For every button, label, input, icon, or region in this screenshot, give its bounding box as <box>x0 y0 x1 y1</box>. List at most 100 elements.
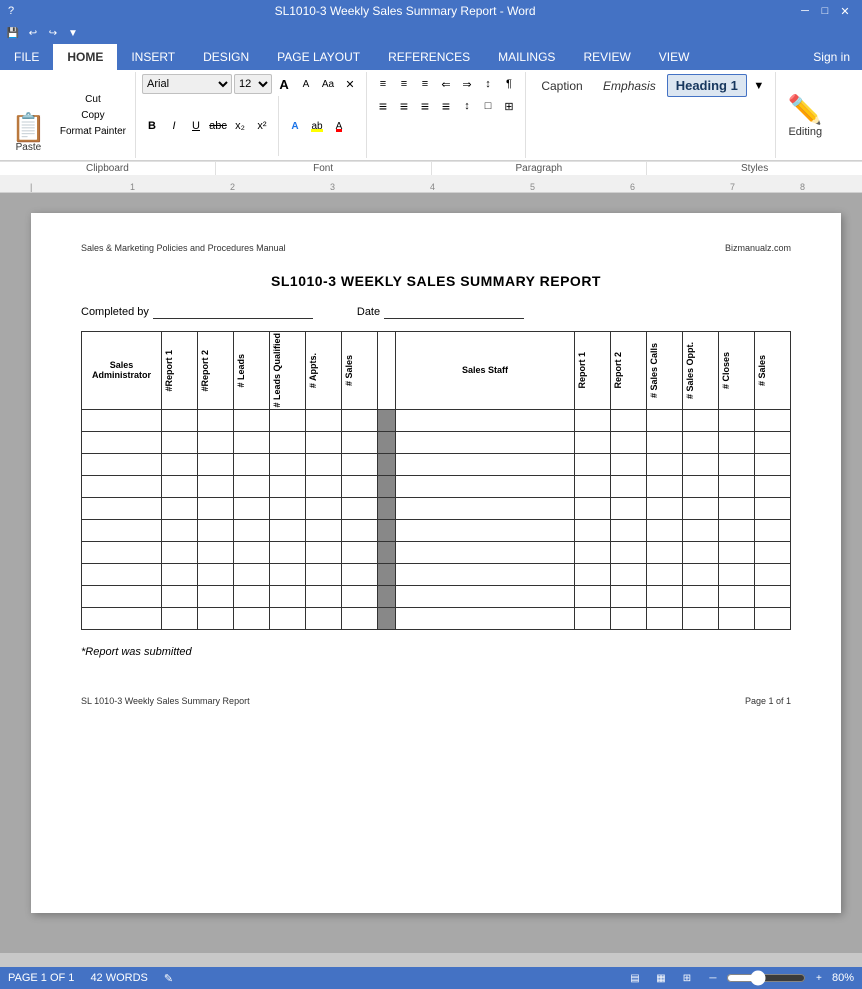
table-cell[interactable] <box>719 453 755 475</box>
layout-view-button[interactable]: ▤ <box>626 969 644 987</box>
table-cell[interactable] <box>755 541 791 563</box>
table-cell[interactable] <box>82 475 162 497</box>
table-cell[interactable] <box>396 585 575 607</box>
date-field[interactable] <box>384 305 524 319</box>
cut-button[interactable]: Cut <box>55 92 131 107</box>
table-cell[interactable] <box>396 519 575 541</box>
decrease-indent-button[interactable]: ⇐ <box>436 74 456 94</box>
bold-button[interactable]: B <box>142 116 162 136</box>
table-cell[interactable] <box>270 563 306 585</box>
grow-font-button[interactable]: A <box>274 74 294 94</box>
strikethrough-button[interactable]: abc <box>208 116 228 136</box>
change-case-button[interactable]: Aa <box>318 74 338 94</box>
table-row[interactable] <box>82 563 791 585</box>
style-caption[interactable]: Caption <box>532 75 592 97</box>
table-cell[interactable] <box>342 497 378 519</box>
tab-view[interactable]: VIEW <box>645 44 704 70</box>
table-cell[interactable] <box>683 541 719 563</box>
table-cell[interactable] <box>575 541 611 563</box>
table-cell[interactable] <box>611 431 647 453</box>
table-cell[interactable] <box>234 497 270 519</box>
table-cell[interactable] <box>647 475 683 497</box>
table-cell[interactable] <box>198 563 234 585</box>
text-effects-button[interactable]: A <box>285 116 305 136</box>
table-cell[interactable] <box>270 607 306 629</box>
table-cell[interactable] <box>234 431 270 453</box>
table-cell[interactable] <box>683 497 719 519</box>
underline-button[interactable]: U <box>186 116 206 136</box>
table-cell[interactable] <box>82 541 162 563</box>
table-cell[interactable] <box>198 541 234 563</box>
table-cell[interactable] <box>683 409 719 431</box>
table-cell[interactable] <box>647 607 683 629</box>
table-cell[interactable] <box>683 519 719 541</box>
table-cell[interactable] <box>683 585 719 607</box>
table-cell[interactable] <box>755 563 791 585</box>
table-cell[interactable] <box>575 497 611 519</box>
table-cell[interactable] <box>755 585 791 607</box>
table-cell[interactable] <box>270 409 306 431</box>
table-cell[interactable] <box>270 541 306 563</box>
table-cell[interactable] <box>611 497 647 519</box>
tab-home[interactable]: HOME <box>53 44 117 70</box>
table-cell[interactable] <box>306 453 342 475</box>
table-cell[interactable] <box>198 431 234 453</box>
table-cell[interactable] <box>82 563 162 585</box>
table-cell[interactable] <box>647 519 683 541</box>
table-cell[interactable] <box>162 409 198 431</box>
table-cell[interactable] <box>755 607 791 629</box>
multilevel-list-button[interactable]: ≡ <box>415 74 435 94</box>
table-cell[interactable] <box>270 475 306 497</box>
table-cell[interactable] <box>575 563 611 585</box>
zoom-plus-button[interactable]: + <box>810 969 828 987</box>
table-cell[interactable] <box>234 541 270 563</box>
table-cell[interactable] <box>719 607 755 629</box>
align-right-button[interactable]: ≡ <box>415 96 435 116</box>
table-cell[interactable] <box>396 453 575 475</box>
font-size-select[interactable]: 12 <box>234 74 272 94</box>
tab-review[interactable]: REVIEW <box>569 44 644 70</box>
table-cell[interactable] <box>82 585 162 607</box>
table-cell[interactable] <box>198 453 234 475</box>
table-cell[interactable] <box>611 519 647 541</box>
table-cell[interactable] <box>198 519 234 541</box>
superscript-button[interactable]: x² <box>252 116 272 136</box>
table-row[interactable] <box>82 585 791 607</box>
tab-mailings[interactable]: MAILINGS <box>484 44 569 70</box>
paste-button[interactable]: 📋 Paste <box>4 74 53 156</box>
table-cell[interactable] <box>611 607 647 629</box>
table-cell[interactable] <box>683 563 719 585</box>
table-cell[interactable] <box>342 541 378 563</box>
highlight-color-button[interactable]: ab <box>307 116 327 136</box>
font-group-label[interactable]: Font <box>216 162 432 175</box>
show-paragraph-button[interactable]: ¶ <box>499 74 519 94</box>
table-cell[interactable] <box>82 519 162 541</box>
copy-button[interactable]: Copy <box>55 108 131 123</box>
style-emphasis[interactable]: Emphasis <box>594 75 665 97</box>
table-cell[interactable] <box>575 607 611 629</box>
table-cell[interactable] <box>270 431 306 453</box>
font-family-select[interactable]: Arial <box>142 74 232 94</box>
web-view-button[interactable]: ⊞ <box>678 969 696 987</box>
table-cell[interactable] <box>611 541 647 563</box>
table-cell[interactable] <box>82 497 162 519</box>
table-cell[interactable] <box>342 585 378 607</box>
justify-button[interactable]: ≡ <box>436 96 456 116</box>
table-cell[interactable] <box>342 475 378 497</box>
close-button[interactable]: ✕ <box>836 3 854 19</box>
table-cell[interactable] <box>234 563 270 585</box>
bullets-button[interactable]: ≡ <box>373 74 393 94</box>
table-cell[interactable] <box>162 541 198 563</box>
table-cell[interactable] <box>162 607 198 629</box>
table-cell[interactable] <box>575 431 611 453</box>
table-cell[interactable] <box>647 431 683 453</box>
table-cell[interactable] <box>683 475 719 497</box>
table-cell[interactable] <box>306 585 342 607</box>
table-cell[interactable] <box>198 475 234 497</box>
table-row[interactable] <box>82 475 791 497</box>
table-cell[interactable] <box>396 431 575 453</box>
tab-design[interactable]: DESIGN <box>189 44 263 70</box>
sort-button[interactable]: ↕ <box>478 74 498 94</box>
table-cell[interactable] <box>647 497 683 519</box>
save-quickaccess-button[interactable]: 💾 <box>4 24 22 42</box>
